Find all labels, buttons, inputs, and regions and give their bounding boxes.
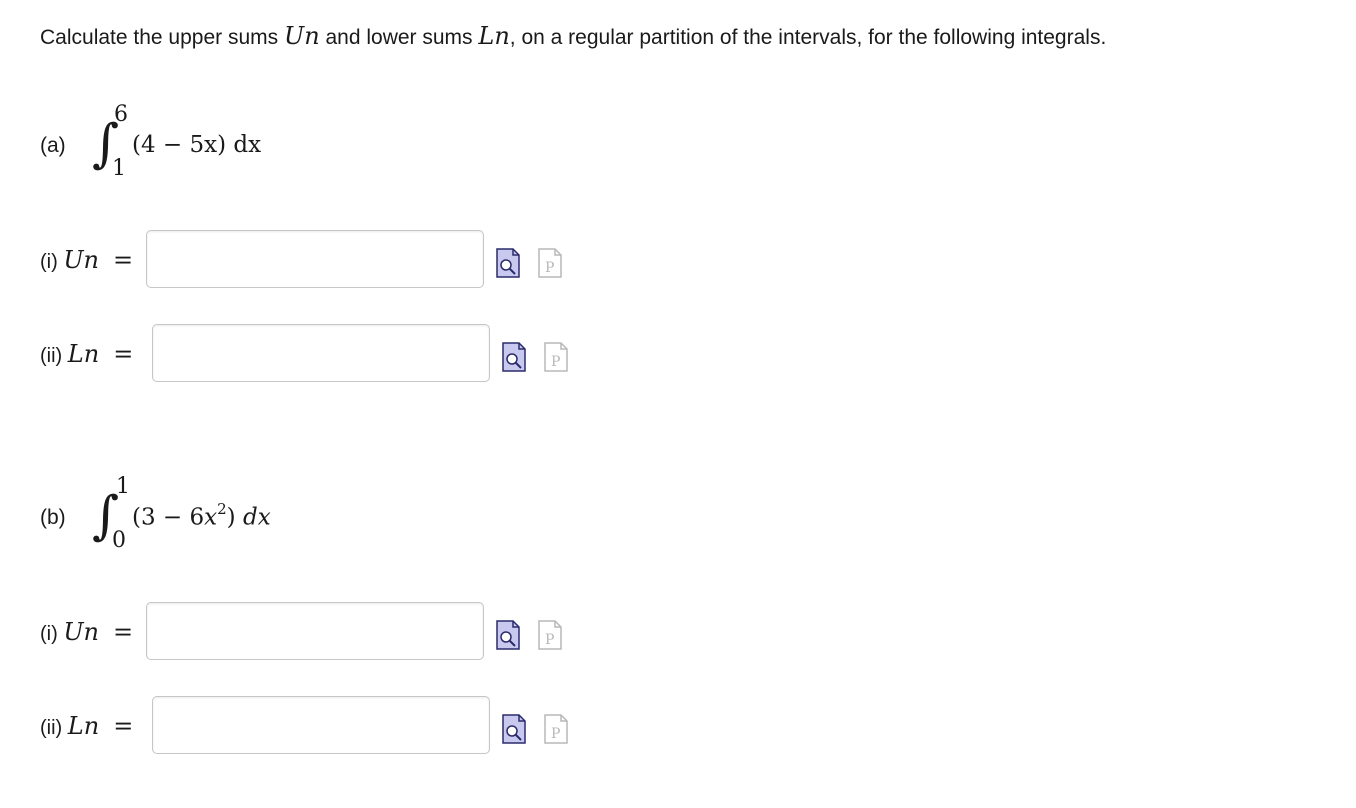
answer-label: (i) Un = <box>40 602 133 662</box>
preview-icon[interactable] <box>496 620 520 650</box>
answer-symbol: Ln <box>67 712 100 740</box>
integrand-variable: x <box>204 504 218 531</box>
instructions-suffix: , on a regular partition of the interval… <box>509 26 1107 49</box>
instructions-text: Calculate the upper sums Un and lower su… <box>40 22 1106 50</box>
lower-limit: 0 <box>112 528 126 553</box>
answer-input-b-upper[interactable] <box>146 602 484 660</box>
integrand-exponent: 2 <box>217 500 227 518</box>
answer-part-label: (ii) <box>40 345 63 367</box>
answer-input-b-lower[interactable] <box>152 696 490 754</box>
preview-icon[interactable] <box>496 248 520 278</box>
answer-part-label: (ii) <box>40 717 63 739</box>
preview-icon[interactable] <box>502 342 526 372</box>
problem-b-label: (b) <box>40 506 66 529</box>
upper-limit: 1 <box>116 474 130 499</box>
lower-sum-symbol: Ln <box>478 22 510 50</box>
upper-limit: 6 <box>114 102 128 127</box>
answer-symbol: Ln <box>67 340 100 368</box>
svg-text:P: P <box>551 354 560 370</box>
equals-sign: = <box>113 712 134 740</box>
answer-label: (ii) Ln = <box>40 324 133 384</box>
equals-sign: = <box>113 618 134 646</box>
svg-text:P: P <box>545 260 554 276</box>
answer-part-label: (i) <box>40 623 58 645</box>
instructions-prefix: Calculate the upper sums <box>40 26 284 49</box>
upper-sum-symbol: Un <box>283 22 320 50</box>
instructions-middle: and lower sums <box>319 26 479 49</box>
math-palette-icon[interactable]: P <box>538 248 562 278</box>
answer-symbol: Un <box>63 618 100 646</box>
integrand: (3 − 6x2) dx <box>132 500 271 531</box>
equals-sign: = <box>113 340 134 368</box>
math-palette-icon[interactable]: P <box>538 620 562 650</box>
problem-a-label: (a) <box>40 134 66 157</box>
answer-input-a-lower[interactable] <box>152 324 490 382</box>
svg-text:P: P <box>551 726 560 742</box>
answer-part-label: (i) <box>40 251 58 273</box>
equals-sign: = <box>113 246 134 274</box>
math-palette-icon[interactable]: P <box>544 714 568 744</box>
answer-label: (i) Un = <box>40 230 133 290</box>
svg-text:P: P <box>545 632 554 648</box>
answer-label: (ii) Ln = <box>40 696 133 756</box>
answer-input-a-upper[interactable] <box>146 230 484 288</box>
integrand-differential: dx <box>242 504 271 531</box>
integrand: (4 − 5x) dx <box>132 132 262 158</box>
preview-icon[interactable] <box>502 714 526 744</box>
integrand-open: (3 − 6 <box>132 504 205 531</box>
answer-symbol: Un <box>63 246 100 274</box>
homework-page: Calculate the upper sums Un and lower su… <box>0 0 1356 808</box>
lower-limit: 1 <box>112 156 126 181</box>
integrand-close: ) <box>226 504 243 531</box>
math-palette-icon[interactable]: P <box>544 342 568 372</box>
